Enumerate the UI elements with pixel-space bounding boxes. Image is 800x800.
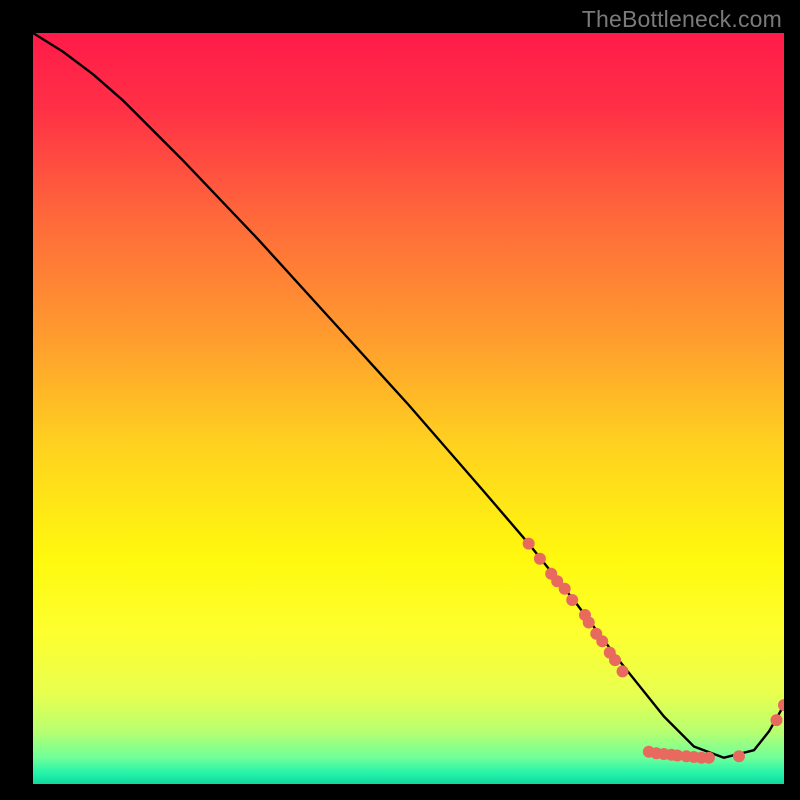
scatter-point xyxy=(534,553,546,565)
scatter-point xyxy=(566,594,578,606)
scatter-point xyxy=(523,538,535,550)
scatter-point xyxy=(609,654,621,666)
scatter-point xyxy=(703,752,715,764)
scatter-point xyxy=(733,750,745,762)
chart-plot-area xyxy=(33,33,784,784)
chart-svg xyxy=(33,33,784,784)
scatter-point xyxy=(617,665,629,677)
scatter-point xyxy=(596,635,608,647)
watermark-text: TheBottleneck.com xyxy=(582,6,782,33)
chart-background xyxy=(33,33,784,784)
scatter-point xyxy=(770,714,782,726)
scatter-point xyxy=(559,583,571,595)
chart-stage: TheBottleneck.com xyxy=(0,0,800,800)
scatter-point xyxy=(583,617,595,629)
